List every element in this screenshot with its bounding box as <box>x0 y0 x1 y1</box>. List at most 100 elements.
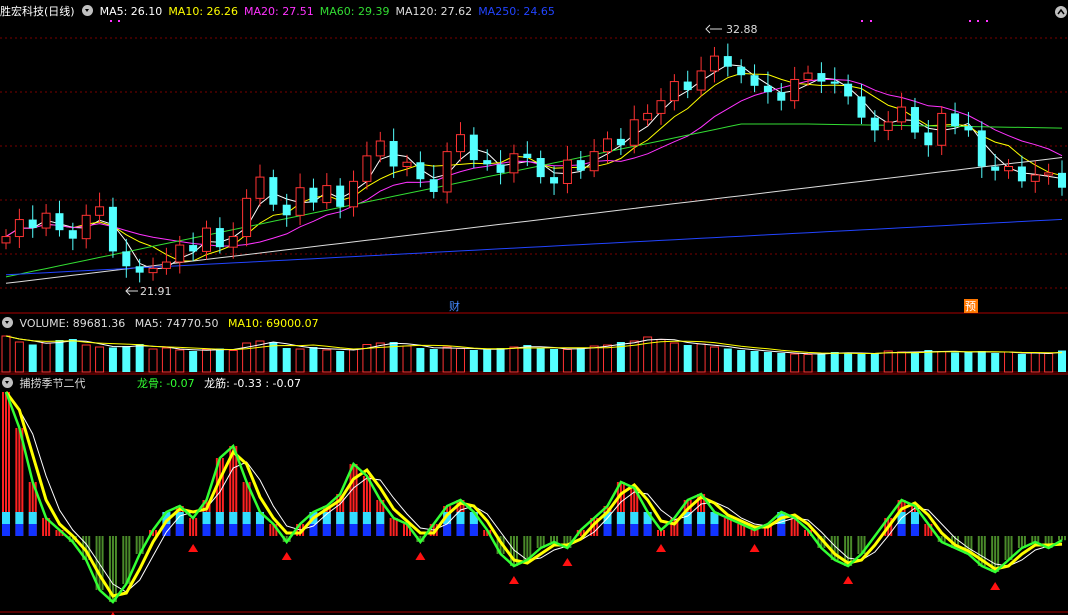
ma20-line <box>5 78 1063 247</box>
buy-signal-icon <box>281 552 292 560</box>
candle <box>817 62 826 94</box>
volume-bar <box>750 351 759 372</box>
volume-bar <box>857 354 866 372</box>
candle <box>255 164 265 207</box>
volume-bar <box>14 341 24 373</box>
volume-bar <box>709 346 719 373</box>
volume-bar <box>483 349 492 372</box>
low-annotation: 21.91 <box>125 285 172 298</box>
volume-bar <box>723 348 732 372</box>
buy-signal-icon <box>843 576 854 584</box>
candle <box>28 205 37 238</box>
candle <box>562 145 572 194</box>
candle <box>656 88 666 125</box>
volume-bar <box>95 346 105 373</box>
volume-bar <box>523 345 532 372</box>
candle <box>108 197 117 258</box>
volume-bar <box>991 353 1000 372</box>
candle <box>269 169 278 212</box>
indicator-bar <box>723 518 732 536</box>
top-dots <box>110 20 988 22</box>
buy-signal-icon <box>562 558 573 566</box>
volume-bar <box>416 348 425 372</box>
volume-bar <box>282 348 291 372</box>
volume-bar <box>977 351 986 372</box>
marker-cai[interactable]: 财 <box>449 299 460 313</box>
candle <box>790 66 800 109</box>
volume-bar <box>817 353 826 372</box>
candle <box>81 204 91 249</box>
volume-bar <box>589 345 599 373</box>
candle <box>616 128 625 156</box>
high-annotation: 32.88 <box>705 23 758 36</box>
volume-bar <box>536 348 545 372</box>
candle <box>429 165 438 199</box>
candle <box>228 222 238 259</box>
volume-bar <box>336 351 345 372</box>
volume-bar <box>763 352 772 372</box>
volume-bar <box>696 343 706 373</box>
low-label: 21.91 <box>140 285 172 298</box>
panel-separators <box>0 312 1068 613</box>
candle <box>977 121 986 178</box>
volume-bar <box>1044 353 1054 373</box>
candle <box>509 144 519 183</box>
volume-bar <box>202 349 212 373</box>
candle <box>402 154 412 177</box>
indicator-lines <box>4 391 1063 604</box>
volume-bar <box>576 348 585 372</box>
volume-bar <box>777 353 786 372</box>
volume-bar <box>189 351 198 372</box>
candle <box>148 257 158 281</box>
ma-lines <box>5 64 1063 284</box>
volume-bar <box>161 347 171 373</box>
candle <box>362 141 372 190</box>
candle <box>375 131 385 163</box>
candle <box>870 110 879 142</box>
candle <box>669 74 679 111</box>
candle <box>750 64 759 93</box>
volume-bar <box>964 352 973 372</box>
candle <box>576 150 585 179</box>
volume-bar <box>41 342 51 373</box>
volume-bar <box>910 353 919 372</box>
volume-bar <box>897 351 907 373</box>
candle <box>1030 160 1040 193</box>
volume-bar <box>122 346 131 372</box>
volume-bar <box>844 353 853 372</box>
chart-canvas[interactable]: 32.88 21.91 财 预 <box>0 0 1068 615</box>
volume-bar <box>870 353 879 372</box>
candle <box>189 232 198 262</box>
volume-bar <box>81 344 91 373</box>
indicator-bar <box>616 482 625 536</box>
volume-bar <box>924 350 933 372</box>
volume-bar <box>28 344 37 372</box>
volume-bar <box>108 347 117 372</box>
candle <box>161 247 171 275</box>
volume-bar <box>937 351 947 373</box>
candle <box>737 59 746 84</box>
volume-bar <box>1017 354 1026 372</box>
volume-bar <box>402 345 412 373</box>
volume-bar <box>455 348 465 373</box>
volume-bar <box>1004 351 1014 373</box>
candle <box>844 74 853 105</box>
candle <box>1017 155 1026 188</box>
buy-signal-icon <box>749 544 760 552</box>
candle <box>215 217 224 254</box>
volume-bar <box>509 346 519 373</box>
candle <box>95 192 105 224</box>
candle <box>1044 163 1054 185</box>
candle <box>455 122 465 162</box>
candle <box>55 200 64 237</box>
indicator-bar <box>2 392 10 536</box>
marker-yu[interactable]: 预 <box>965 300 976 313</box>
candle <box>696 56 706 97</box>
candle <box>723 43 732 77</box>
volume-bar <box>883 350 893 373</box>
volume-bar <box>737 350 746 372</box>
volume-bar <box>669 342 679 373</box>
panel-collapse-control[interactable] <box>1055 6 1067 18</box>
candle <box>1 229 11 250</box>
volume-bar <box>55 340 64 372</box>
